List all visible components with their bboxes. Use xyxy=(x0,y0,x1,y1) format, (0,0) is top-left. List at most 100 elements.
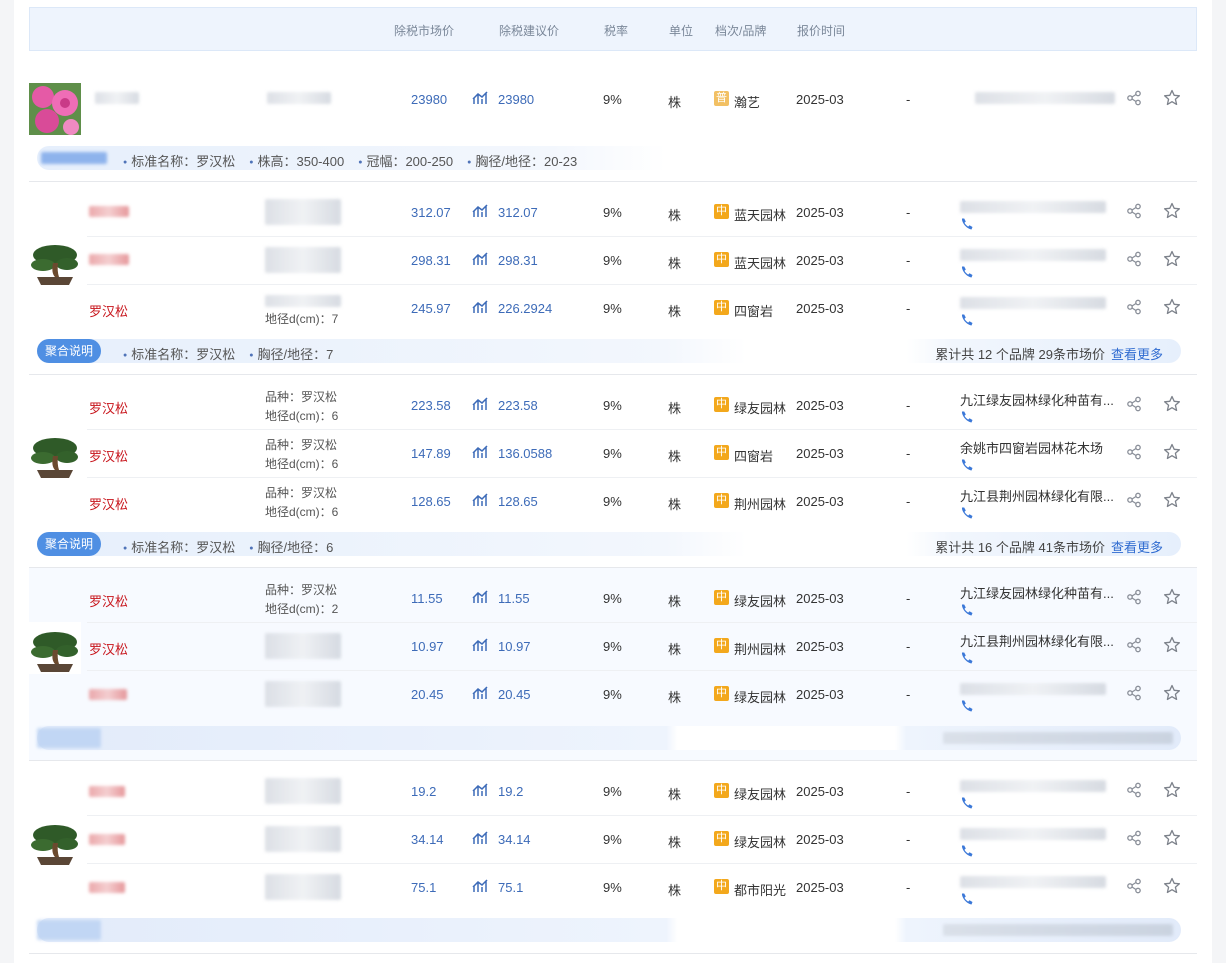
brand: 瀚艺 xyxy=(734,95,761,110)
product-name[interactable]: 罗汉松 xyxy=(89,398,128,417)
share-icon[interactable] xyxy=(1126,685,1142,701)
star-icon[interactable] xyxy=(1163,588,1181,606)
star-icon[interactable] xyxy=(1163,636,1181,654)
product-row[interactable]: 罗汉松 地径d(cm)：7 245.97 226.2924 9% 株 中 四窗岩… xyxy=(29,285,1197,333)
supplier-name[interactable]: 九江县荆州园林绿化有限... xyxy=(960,631,1120,650)
attr-diameter: 胸径/地径：6 xyxy=(249,540,333,555)
tax-rate: 9% xyxy=(603,205,622,220)
star-icon[interactable] xyxy=(1163,298,1181,316)
share-icon[interactable] xyxy=(1126,299,1142,315)
quote-date: 2025-03 xyxy=(796,446,844,461)
product-name[interactable]: 罗汉松 xyxy=(89,301,128,320)
phone-icon[interactable] xyxy=(960,217,974,231)
grade-badge: 中 xyxy=(714,445,729,460)
phone-icon[interactable] xyxy=(960,506,974,520)
star-icon[interactable] xyxy=(1163,781,1181,799)
supplier-name[interactable]: 九江绿友园林绿化种苗有... xyxy=(960,583,1120,602)
trend-chart-icon[interactable] xyxy=(472,685,488,701)
share-icon[interactable] xyxy=(1126,90,1142,106)
aggregate-note-tag[interactable]: 聚合说明 xyxy=(37,532,102,556)
share-icon[interactable] xyxy=(1126,589,1142,605)
product-row[interactable]: 34.14 34.14 9% 株 中 绿友园林 2025-03 - xyxy=(29,816,1197,864)
phone-icon[interactable] xyxy=(960,892,974,906)
header-market-price: 除税市场价 xyxy=(394,24,455,38)
phone-icon[interactable] xyxy=(960,313,974,327)
product-name[interactable]: 罗汉松 xyxy=(89,591,128,610)
quote-date: 2025-03 xyxy=(796,591,844,606)
trend-chart-icon[interactable] xyxy=(472,830,488,846)
share-icon[interactable] xyxy=(1126,444,1142,460)
star-icon[interactable] xyxy=(1163,877,1181,895)
share-icon[interactable] xyxy=(1126,203,1142,219)
placeholder-dash: - xyxy=(906,494,911,509)
share-icon[interactable] xyxy=(1126,637,1142,653)
phone-icon[interactable] xyxy=(960,796,974,810)
trend-chart-icon[interactable] xyxy=(472,299,488,315)
trend-chart-icon[interactable] xyxy=(472,589,488,605)
aggregate-note-tag[interactable]: 聚合说明 xyxy=(37,339,102,363)
blurred-spec xyxy=(265,681,341,707)
product-name[interactable]: 罗汉松 xyxy=(89,639,128,658)
see-more-link[interactable]: 查看更多 xyxy=(1111,347,1163,362)
share-icon[interactable] xyxy=(1126,878,1142,894)
share-icon[interactable] xyxy=(1126,830,1142,846)
product-name[interactable]: 罗汉松 xyxy=(89,494,128,513)
product-row[interactable]: 罗汉松 品种：罗汉松 地径d(cm)：6 128.65 128.65 9% 株 … xyxy=(29,478,1197,526)
spec-diameter: 地径d(cm)：6 xyxy=(265,409,339,423)
market-price: 11.55 xyxy=(411,591,443,606)
trend-chart-icon[interactable] xyxy=(472,396,488,412)
market-price: 23980 xyxy=(411,92,448,107)
product-row[interactable]: 罗汉松 10.97 10.97 9% 株 中 荆州园林 2025-03 - 九江… xyxy=(29,623,1197,671)
placeholder-dash: - xyxy=(906,591,911,606)
trend-chart-icon[interactable] xyxy=(472,637,488,653)
phone-icon[interactable] xyxy=(960,603,974,617)
star-icon[interactable] xyxy=(1163,250,1181,268)
group-divider xyxy=(29,374,1197,375)
phone-icon[interactable] xyxy=(960,844,974,858)
star-icon[interactable] xyxy=(1163,491,1181,509)
supplier-name[interactable]: 九江县荆州园林绿化有限... xyxy=(960,486,1120,505)
phone-icon[interactable] xyxy=(960,458,974,472)
brand: 蓝天园林 xyxy=(734,256,787,271)
phone-icon[interactable] xyxy=(960,651,974,665)
product-row[interactable]: 23980 23980 9% 株 普 瀚艺 2025-03 - xyxy=(29,76,1197,124)
trend-chart-icon[interactable] xyxy=(472,203,488,219)
product-row[interactable]: 罗汉松 品种：罗汉松 地径d(cm)：6 147.89 136.0588 9% … xyxy=(29,430,1197,478)
star-icon[interactable] xyxy=(1163,202,1181,220)
star-icon[interactable] xyxy=(1163,443,1181,461)
share-icon[interactable] xyxy=(1126,782,1142,798)
quote-date: 2025-03 xyxy=(796,494,844,509)
trend-chart-icon[interactable] xyxy=(472,90,488,106)
trend-chart-icon[interactable] xyxy=(472,251,488,267)
product-row[interactable]: 20.45 20.45 9% 株 中 绿友园林 2025-03 - xyxy=(29,671,1197,719)
product-row[interactable]: 75.1 75.1 9% 株 中 都市阳光 2025-03 - xyxy=(29,864,1197,912)
trend-chart-icon[interactable] xyxy=(472,782,488,798)
brand: 绿友园林 xyxy=(734,835,787,850)
suggest-price: 19.2 xyxy=(498,784,524,799)
phone-icon[interactable] xyxy=(960,265,974,279)
phone-icon[interactable] xyxy=(960,410,974,424)
trend-chart-icon[interactable] xyxy=(472,492,488,508)
star-icon[interactable] xyxy=(1163,829,1181,847)
product-row[interactable]: 罗汉松 品种：罗汉松 地径d(cm)：2 11.55 11.55 9% 株 中 … xyxy=(29,575,1197,623)
see-more-link[interactable]: 查看更多 xyxy=(1111,540,1163,555)
phone-icon[interactable] xyxy=(960,699,974,713)
product-row[interactable]: 298.31 298.31 9% 株 中 蓝天园林 2025-03 - xyxy=(29,237,1197,285)
group-divider xyxy=(29,953,1197,954)
share-icon[interactable] xyxy=(1126,251,1142,267)
grade-badge: 中 xyxy=(714,252,729,267)
trend-chart-icon[interactable] xyxy=(472,878,488,894)
share-icon[interactable] xyxy=(1126,492,1142,508)
supplier-name[interactable]: 余姚市四窗岩园林花木场 xyxy=(960,438,1120,457)
star-icon[interactable] xyxy=(1163,395,1181,413)
trend-chart-icon[interactable] xyxy=(472,444,488,460)
aggregate-summary: 标准名称：罗汉松株高：350-400 冠幅：200-250 胸径/地径：20-23 xyxy=(37,146,1181,170)
product-name[interactable]: 罗汉松 xyxy=(89,446,128,465)
product-row[interactable]: 罗汉松 品种：罗汉松 地径d(cm)：6 223.58 223.58 9% 株 … xyxy=(29,382,1197,430)
product-row[interactable]: 19.2 19.2 9% 株 中 绿友园林 2025-03 - xyxy=(29,768,1197,816)
star-icon[interactable] xyxy=(1163,89,1181,107)
share-icon[interactable] xyxy=(1126,396,1142,412)
star-icon[interactable] xyxy=(1163,684,1181,702)
supplier-name[interactable]: 九江绿友园林绿化种苗有... xyxy=(960,390,1120,409)
product-row[interactable]: 312.07 312.07 9% 株 中 蓝天园林 2025-03 - xyxy=(29,189,1197,237)
